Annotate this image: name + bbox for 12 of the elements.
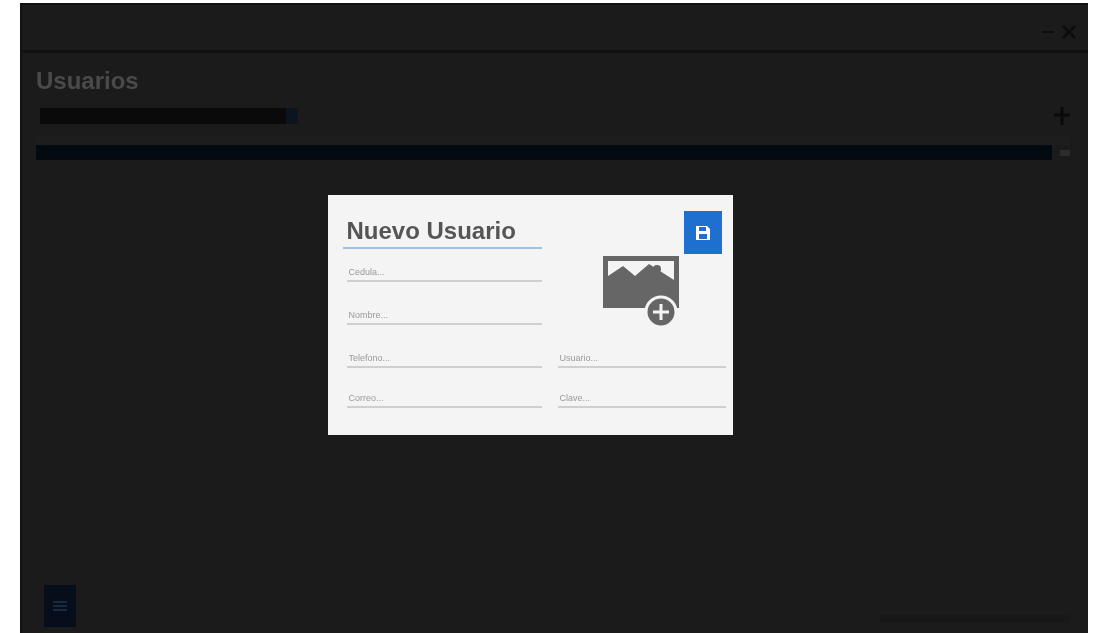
input-field[interactable]: Correo...: [346, 380, 542, 408]
input-field[interactable]: Clave...: [557, 380, 726, 408]
menu-button[interactable]: [44, 585, 76, 627]
save-button[interactable]: [683, 211, 722, 254]
dialog-title: Nuevo Usuario: [342, 217, 542, 249]
save-icon: [694, 224, 711, 241]
input-field[interactable]: Nombre...: [346, 297, 542, 325]
table-row[interactable]: [36, 145, 1052, 160]
input-field[interactable]: Telefono...: [346, 340, 542, 368]
menu-icon: [53, 600, 67, 612]
input-field[interactable]: Usuario...: [557, 340, 726, 368]
input-field[interactable]: Cedula...: [346, 254, 542, 282]
